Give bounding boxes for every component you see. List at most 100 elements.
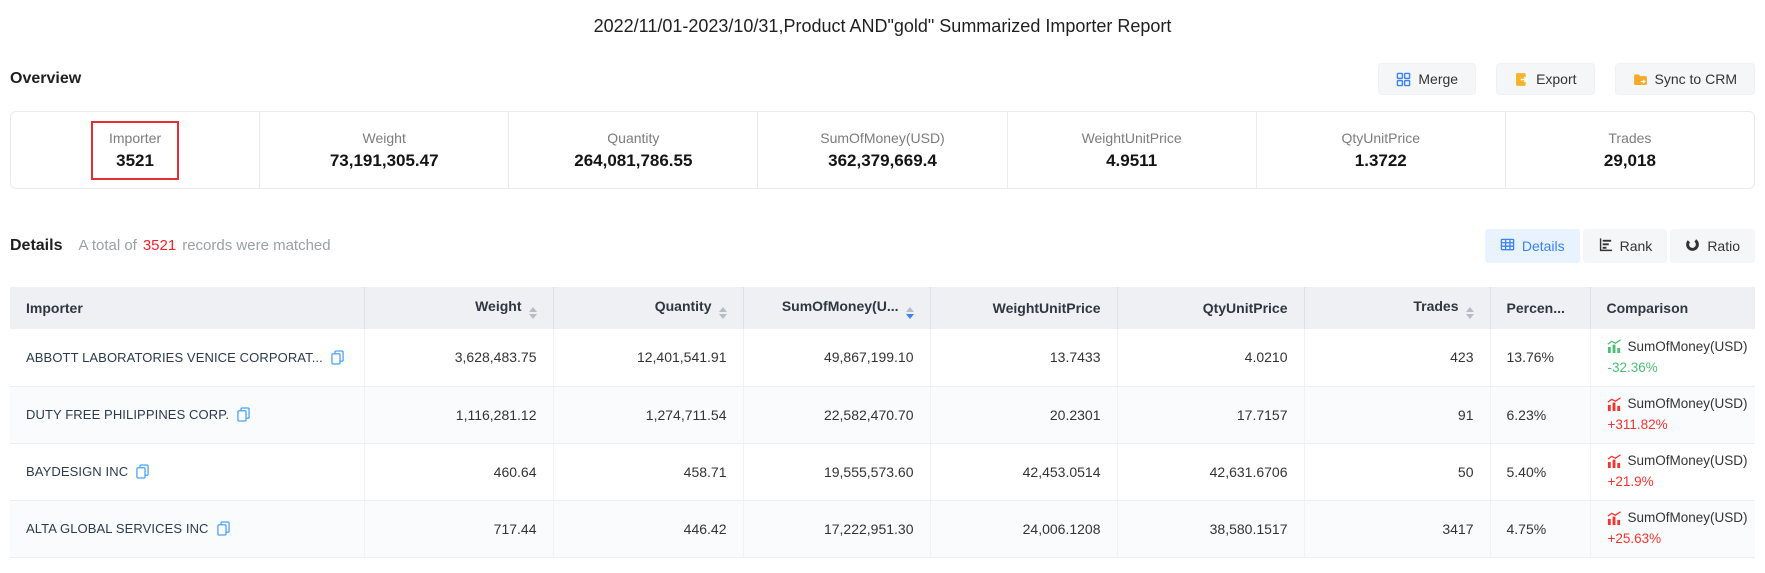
comparison-change: +21.9% <box>1607 473 1740 491</box>
cell-weight: 3,628,483.75 <box>364 329 553 386</box>
stat-quantity: Quantity 264,081,786.55 <box>508 112 757 188</box>
cell-comparison: SumOfMoney(USD) +311.82% <box>1590 386 1755 443</box>
export-button[interactable]: Export <box>1496 63 1594 95</box>
cell-trades: 423 <box>1304 329 1490 386</box>
stat-label: WeightUnitPrice <box>1082 128 1182 148</box>
merge-button[interactable]: Merge <box>1378 63 1476 95</box>
tab-ratio-label: Ratio <box>1707 238 1740 254</box>
copy-icon[interactable] <box>331 350 344 365</box>
trend-chart-icon <box>1607 397 1622 412</box>
importer-name[interactable]: ABBOTT LABORATORIES VENICE CORPORAT... <box>26 350 323 365</box>
cell-weight: 1,116,281.12 <box>364 386 553 443</box>
comparison-metric: SumOfMoney(USD) <box>1628 338 1748 356</box>
comparison-metric: SumOfMoney(USD) <box>1628 395 1748 413</box>
stat-trades: Trades 29,018 <box>1505 112 1754 188</box>
stat-value: 4.9511 <box>1082 149 1182 173</box>
stat-value: 29,018 <box>1604 149 1656 173</box>
comparison-change: +311.82% <box>1607 416 1740 434</box>
trend-chart-icon <box>1607 339 1622 354</box>
trend-chart-icon <box>1607 454 1622 469</box>
page-title: 2022/11/01-2023/10/31,Product AND"gold" … <box>0 0 1765 37</box>
details-heading: Details <box>10 237 62 255</box>
stat-label: Trades <box>1604 128 1656 148</box>
table-grid-icon <box>1500 237 1515 255</box>
stat-label: Weight <box>330 128 439 148</box>
cell-sum-of-money: 49,867,199.10 <box>743 329 930 386</box>
overview-heading: Overview <box>10 70 81 88</box>
cell-comparison: SumOfMoney(USD) -32.36% <box>1590 329 1755 386</box>
comparison-change: +25.63% <box>1607 530 1740 548</box>
sort-arrows-weight[interactable] <box>529 307 537 319</box>
col-header-trades[interactable]: Trades <box>1304 287 1490 329</box>
importer-name[interactable]: BAYDESIGN INC <box>26 464 128 479</box>
cell-weight: 717.44 <box>364 500 553 557</box>
stat-qty-unit-price: QtyUnitPrice 1.3722 <box>1256 112 1505 188</box>
table-row: DUTY FREE PHILIPPINES CORP. 1,116,281.12… <box>10 386 1755 443</box>
stat-label: SumOfMoney(USD) <box>820 128 944 148</box>
cell-weight-unit-price: 13.7433 <box>930 329 1117 386</box>
cell-trades: 3417 <box>1304 500 1490 557</box>
tab-ratio[interactable]: Ratio <box>1670 229 1755 263</box>
col-header-quantity[interactable]: Quantity <box>553 287 743 329</box>
cell-sum-of-money: 17,222,951.30 <box>743 500 930 557</box>
cell-comparison: SumOfMoney(USD) +25.63% <box>1590 500 1755 557</box>
sync-to-crm-button[interactable]: Sync to CRM <box>1615 63 1755 95</box>
cell-weight-unit-price: 20.2301 <box>930 386 1117 443</box>
cell-quantity: 446.42 <box>553 500 743 557</box>
importer-details-table: Importer Weight Quantity SumOfMoney(U...… <box>10 287 1755 558</box>
stat-value: 1.3722 <box>1341 149 1420 173</box>
copy-icon[interactable] <box>217 521 230 536</box>
stat-value: 3521 <box>109 149 161 173</box>
sort-arrows-trades[interactable] <box>1466 307 1474 319</box>
stat-sum-of-money: SumOfMoney(USD) 362,379,669.4 <box>757 112 1006 188</box>
stat-value: 264,081,786.55 <box>574 149 692 173</box>
stat-weight: Weight 73,191,305.47 <box>259 112 508 188</box>
importer-name[interactable]: ALTA GLOBAL SERVICES INC <box>26 521 209 536</box>
stat-value: 73,191,305.47 <box>330 149 439 173</box>
pie-donut-icon <box>1685 237 1700 255</box>
cell-percent: 4.75% <box>1490 500 1590 557</box>
col-header-weight-unit-price: WeightUnitPrice <box>930 287 1117 329</box>
col-header-comparison: Comparison <box>1590 287 1755 329</box>
col-header-importer: Importer <box>10 287 364 329</box>
col-header-weight[interactable]: Weight <box>364 287 553 329</box>
cell-qty-unit-price: 17.7157 <box>1117 386 1304 443</box>
sync-folder-icon <box>1633 72 1648 87</box>
col-header-percent: Percen... <box>1490 287 1590 329</box>
stat-label: Importer <box>109 128 161 148</box>
col-header-sum-of-money[interactable]: SumOfMoney(U... <box>743 287 930 329</box>
cell-weight-unit-price: 24,006.1208 <box>930 500 1117 557</box>
cell-comparison: SumOfMoney(USD) +21.9% <box>1590 443 1755 500</box>
view-tabs: Details Rank Ratio <box>1485 229 1755 263</box>
sort-arrows-quantity[interactable] <box>719 307 727 319</box>
cell-weight-unit-price: 42,453.0514 <box>930 443 1117 500</box>
cell-sum-of-money: 19,555,573.60 <box>743 443 930 500</box>
details-header-row: Details A total of3521records were match… <box>10 229 1755 263</box>
export-button-label: Export <box>1536 71 1576 87</box>
copy-icon[interactable] <box>237 407 250 422</box>
cell-qty-unit-price: 42,631.6706 <box>1117 443 1304 500</box>
copy-icon[interactable] <box>136 464 149 479</box>
cell-qty-unit-price: 38,580.1517 <box>1117 500 1304 557</box>
table-row: BAYDESIGN INC 460.64 458.71 19,555,573.6… <box>10 443 1755 500</box>
export-file-icon <box>1514 72 1529 87</box>
importer-name[interactable]: DUTY FREE PHILIPPINES CORP. <box>26 407 229 422</box>
toolbar: Merge Export Sync to CRM <box>1378 63 1755 95</box>
stat-weight-unit-price: WeightUnitPrice 4.9511 <box>1007 112 1256 188</box>
cell-percent: 6.23% <box>1490 386 1590 443</box>
cell-trades: 91 <box>1304 386 1490 443</box>
col-header-qty-unit-price: QtyUnitPrice <box>1117 287 1304 329</box>
table-row: ABBOTT LABORATORIES VENICE CORPORAT... 3… <box>10 329 1755 386</box>
stat-importer-box: Importer 3521 <box>91 121 179 180</box>
merge-button-label: Merge <box>1418 71 1458 87</box>
tab-details[interactable]: Details <box>1485 229 1580 263</box>
merge-icon <box>1396 72 1411 87</box>
tab-rank[interactable]: Rank <box>1583 229 1668 263</box>
cell-weight: 460.64 <box>364 443 553 500</box>
stat-label: QtyUnitPrice <box>1341 128 1420 148</box>
overview-stats-card: Importer 3521 Weight 73,191,305.47 Quant… <box>10 111 1755 189</box>
comparison-metric: SumOfMoney(USD) <box>1628 509 1748 527</box>
sort-arrows-sum-of-money[interactable] <box>906 307 914 319</box>
stat-value: 362,379,669.4 <box>820 149 944 173</box>
tab-details-label: Details <box>1522 238 1565 254</box>
